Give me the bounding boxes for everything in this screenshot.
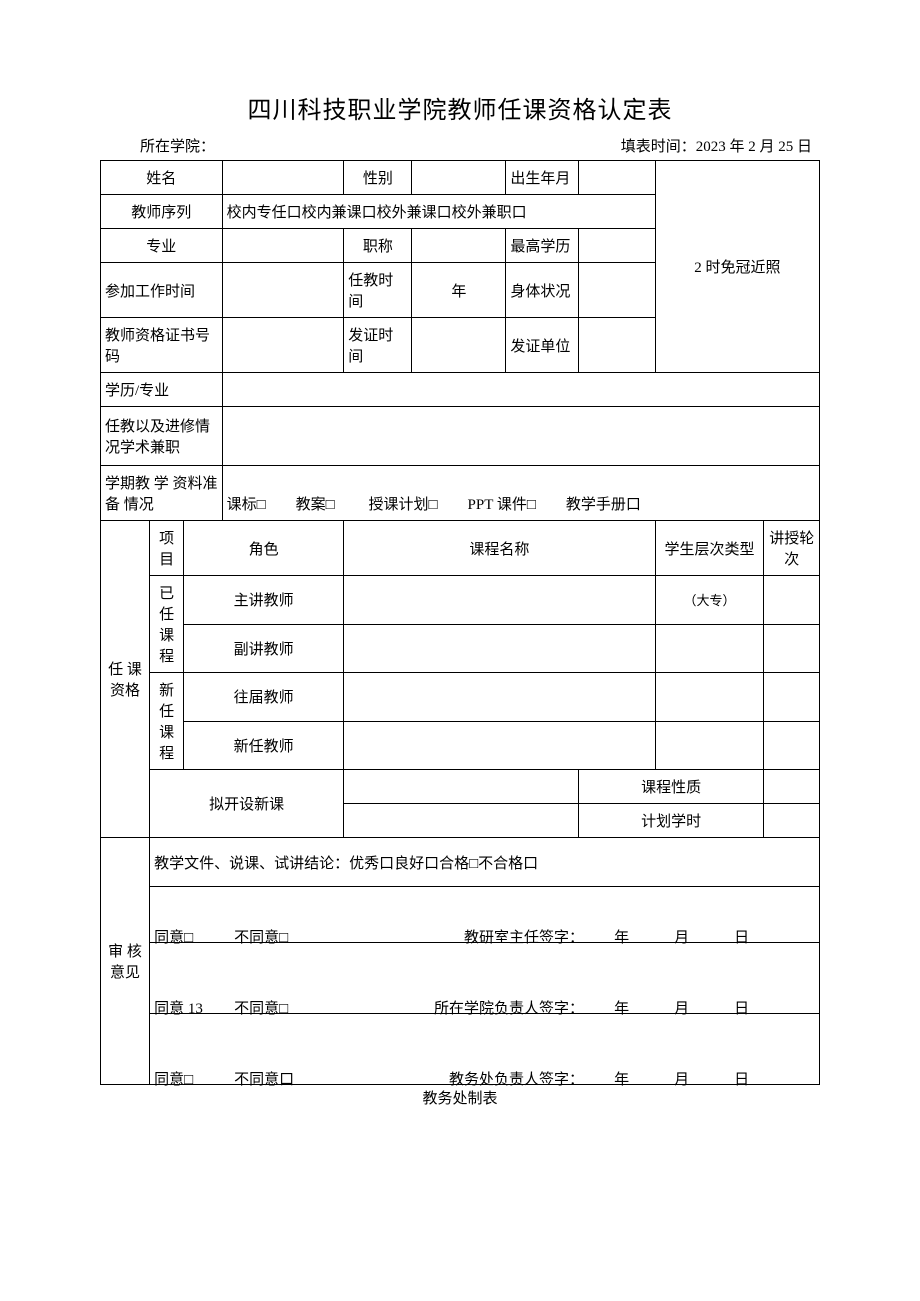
- level-past[interactable]: [655, 673, 764, 722]
- field-title[interactable]: [412, 229, 506, 263]
- label-title: 职称: [344, 229, 412, 263]
- level-newteacher[interactable]: [655, 721, 764, 770]
- role-main: 主讲教师: [184, 576, 344, 625]
- field-training[interactable]: [222, 407, 819, 466]
- page-title: 四川科技职业学院教师任课资格认定表: [100, 90, 820, 125]
- role-assist: 副讲教师: [184, 624, 344, 673]
- field-materials[interactable]: 课标□ 教案□ 授课计划□ PPT 课件□ 教学手册口: [222, 466, 819, 521]
- course-past[interactable]: [344, 673, 655, 722]
- field-name[interactable]: [222, 161, 344, 195]
- hdr-item: 项目: [150, 521, 184, 576]
- review-sig3[interactable]: 同意□ 不同意口 教务处负责人签字： 年 月 日: [150, 1014, 820, 1085]
- field-hours[interactable]: [764, 804, 820, 838]
- hdr-course: 课程名称: [344, 521, 655, 576]
- level-main: （大专）: [655, 576, 764, 625]
- field-edu[interactable]: [578, 229, 655, 263]
- hdr-level: 学生层次类型: [655, 521, 764, 576]
- field-major[interactable]: [222, 229, 344, 263]
- field-certno[interactable]: [222, 318, 344, 373]
- field-sequence[interactable]: 校内专任口校内兼课口校外兼课口校外兼职口: [222, 195, 655, 229]
- label-name: 姓名: [101, 161, 223, 195]
- review-conclusion[interactable]: 教学文件、说课、试讲结论：优秀口良好口合格□不合格口: [150, 838, 820, 887]
- review-sig1[interactable]: 同意□ 不同意□ 教研室主任签字： 年 月 日: [150, 887, 820, 943]
- label-health: 身体状况: [506, 263, 579, 318]
- label-dob: 出生年月: [506, 161, 579, 195]
- role-past: 往届教师: [184, 673, 344, 722]
- label-hours: 计划学时: [578, 804, 764, 838]
- label-issuedate: 发证时间: [344, 318, 412, 373]
- field-workstart[interactable]: [222, 263, 344, 318]
- review-sig2[interactable]: 同意 13 不同意□ 所在学院负责人签字： 年 月 日: [150, 943, 820, 1014]
- label-gender: 性别: [344, 161, 412, 195]
- field-newcourse-name2[interactable]: [344, 804, 579, 838]
- course-assist[interactable]: [344, 624, 655, 673]
- label-materials: 学期教 学 资料准备 情况: [101, 466, 223, 521]
- field-dob[interactable]: [578, 161, 655, 195]
- form-table: 姓名 性别 出生年月 2 时免冠近照 教师序列 校内专任口校内兼课口校外兼课口校…: [100, 160, 820, 1085]
- field-edu-major[interactable]: [222, 373, 819, 407]
- group-new: 新任课程: [150, 673, 184, 770]
- label-teachtime: 任教时间: [344, 263, 412, 318]
- label-qualification: 任 课资格: [101, 521, 150, 838]
- label-nature: 课程性质: [578, 770, 764, 804]
- hdr-role: 角色: [184, 521, 344, 576]
- label-edu-major: 学历/专业: [101, 373, 223, 407]
- rounds-past[interactable]: [764, 673, 820, 722]
- field-health[interactable]: [578, 263, 655, 318]
- field-issuer[interactable]: [578, 318, 655, 373]
- group-existing: 已任课程: [150, 576, 184, 673]
- dept-label: 所在学院：: [140, 135, 215, 156]
- course-main[interactable]: [344, 576, 655, 625]
- label-issuer: 发证单位: [506, 318, 579, 373]
- label-training: 任教以及进修情况学术兼职: [101, 407, 223, 466]
- rounds-assist[interactable]: [764, 624, 820, 673]
- label-certno: 教师资格证书号码: [101, 318, 223, 373]
- label-sequence: 教师序列: [101, 195, 223, 229]
- label-major: 专业: [101, 229, 223, 263]
- label-edu: 最高学历: [506, 229, 579, 263]
- level-assist[interactable]: [655, 624, 764, 673]
- field-gender[interactable]: [412, 161, 506, 195]
- field-teachtime[interactable]: 年: [412, 263, 506, 318]
- photo-area: 2 时免冠近照: [655, 161, 819, 373]
- field-issuedate[interactable]: [412, 318, 506, 373]
- fill-date: 填表时间：2023 年 2 月 25 日: [621, 135, 812, 156]
- label-review: 审 核意见: [101, 838, 150, 1085]
- course-newteacher[interactable]: [344, 721, 655, 770]
- rounds-newteacher[interactable]: [764, 721, 820, 770]
- field-nature[interactable]: [764, 770, 820, 804]
- label-workstart: 参加工作时间: [101, 263, 223, 318]
- role-newteacher: 新任教师: [184, 721, 344, 770]
- label-newcourse: 拟开设新课: [150, 770, 344, 838]
- hdr-rounds: 讲授轮次: [764, 521, 820, 576]
- rounds-main[interactable]: [764, 576, 820, 625]
- field-newcourse-name[interactable]: [344, 770, 579, 804]
